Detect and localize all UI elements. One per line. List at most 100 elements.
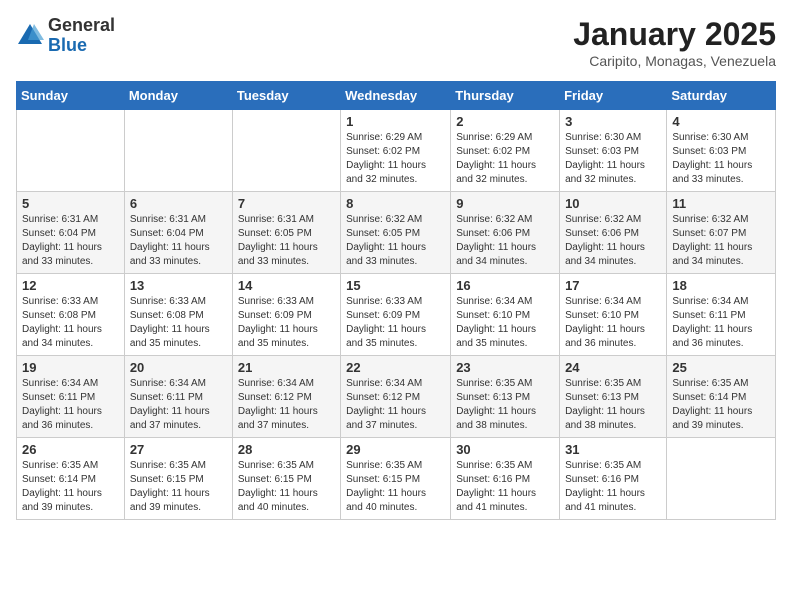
day-info: Sunrise: 6:34 AMSunset: 6:10 PMDaylight:… (565, 295, 661, 351)
location-text: Caripito, Monagas, Venezuela (573, 53, 776, 69)
calendar-table: SundayMondayTuesdayWednesdayThursdayFrid… (16, 81, 776, 520)
calendar-cell: 5 Sunrise: 6:31 AMSunset: 6:04 PMDayligh… (17, 192, 125, 274)
day-number: 23 (456, 360, 554, 375)
day-number: 21 (238, 360, 335, 375)
day-info: Sunrise: 6:35 AMSunset: 6:13 PMDaylight:… (565, 377, 661, 433)
calendar-cell: 19 Sunrise: 6:34 AMSunset: 6:11 PMDaylig… (17, 356, 125, 438)
calendar-cell: 6 Sunrise: 6:31 AMSunset: 6:04 PMDayligh… (124, 192, 232, 274)
calendar-cell: 16 Sunrise: 6:34 AMSunset: 6:10 PMDaylig… (451, 274, 560, 356)
calendar-cell: 4 Sunrise: 6:30 AMSunset: 6:03 PMDayligh… (667, 110, 776, 192)
calendar-cell: 27 Sunrise: 6:35 AMSunset: 6:15 PMDaylig… (124, 438, 232, 520)
calendar-cell (124, 110, 232, 192)
day-info: Sunrise: 6:35 AMSunset: 6:14 PMDaylight:… (22, 459, 119, 515)
day-info: Sunrise: 6:35 AMSunset: 6:16 PMDaylight:… (456, 459, 554, 515)
day-info: Sunrise: 6:32 AMSunset: 6:06 PMDaylight:… (456, 213, 554, 269)
calendar-cell: 13 Sunrise: 6:33 AMSunset: 6:08 PMDaylig… (124, 274, 232, 356)
day-number: 2 (456, 114, 554, 129)
col-header-tuesday: Tuesday (232, 82, 340, 110)
day-info: Sunrise: 6:32 AMSunset: 6:06 PMDaylight:… (565, 213, 661, 269)
logo-blue-text: Blue (48, 36, 115, 56)
day-info: Sunrise: 6:30 AMSunset: 6:03 PMDaylight:… (672, 131, 770, 187)
day-number: 14 (238, 278, 335, 293)
day-number: 29 (346, 442, 445, 457)
col-header-wednesday: Wednesday (341, 82, 451, 110)
calendar-cell: 21 Sunrise: 6:34 AMSunset: 6:12 PMDaylig… (232, 356, 340, 438)
day-info: Sunrise: 6:34 AMSunset: 6:12 PMDaylight:… (346, 377, 445, 433)
day-number: 3 (565, 114, 661, 129)
col-header-monday: Monday (124, 82, 232, 110)
calendar-cell: 31 Sunrise: 6:35 AMSunset: 6:16 PMDaylig… (560, 438, 667, 520)
calendar-cell: 14 Sunrise: 6:33 AMSunset: 6:09 PMDaylig… (232, 274, 340, 356)
calendar-cell (232, 110, 340, 192)
calendar-cell: 15 Sunrise: 6:33 AMSunset: 6:09 PMDaylig… (341, 274, 451, 356)
day-info: Sunrise: 6:32 AMSunset: 6:05 PMDaylight:… (346, 213, 445, 269)
calendar-week-row: 12 Sunrise: 6:33 AMSunset: 6:08 PMDaylig… (17, 274, 776, 356)
calendar-cell: 24 Sunrise: 6:35 AMSunset: 6:13 PMDaylig… (560, 356, 667, 438)
day-info: Sunrise: 6:33 AMSunset: 6:09 PMDaylight:… (238, 295, 335, 351)
day-info: Sunrise: 6:32 AMSunset: 6:07 PMDaylight:… (672, 213, 770, 269)
calendar-cell: 30 Sunrise: 6:35 AMSunset: 6:16 PMDaylig… (451, 438, 560, 520)
day-info: Sunrise: 6:30 AMSunset: 6:03 PMDaylight:… (565, 131, 661, 187)
calendar-week-row: 26 Sunrise: 6:35 AMSunset: 6:14 PMDaylig… (17, 438, 776, 520)
logo-icon (16, 22, 44, 50)
day-info: Sunrise: 6:34 AMSunset: 6:12 PMDaylight:… (238, 377, 335, 433)
day-number: 6 (130, 196, 227, 211)
day-number: 20 (130, 360, 227, 375)
day-info: Sunrise: 6:35 AMSunset: 6:16 PMDaylight:… (565, 459, 661, 515)
col-header-friday: Friday (560, 82, 667, 110)
day-info: Sunrise: 6:29 AMSunset: 6:02 PMDaylight:… (456, 131, 554, 187)
day-number: 18 (672, 278, 770, 293)
day-number: 7 (238, 196, 335, 211)
day-info: Sunrise: 6:31 AMSunset: 6:04 PMDaylight:… (130, 213, 227, 269)
calendar-cell: 18 Sunrise: 6:34 AMSunset: 6:11 PMDaylig… (667, 274, 776, 356)
calendar-cell: 17 Sunrise: 6:34 AMSunset: 6:10 PMDaylig… (560, 274, 667, 356)
day-number: 10 (565, 196, 661, 211)
day-number: 17 (565, 278, 661, 293)
calendar-week-row: 5 Sunrise: 6:31 AMSunset: 6:04 PMDayligh… (17, 192, 776, 274)
day-number: 1 (346, 114, 445, 129)
day-info: Sunrise: 6:35 AMSunset: 6:15 PMDaylight:… (130, 459, 227, 515)
calendar-cell: 29 Sunrise: 6:35 AMSunset: 6:15 PMDaylig… (341, 438, 451, 520)
calendar-cell: 3 Sunrise: 6:30 AMSunset: 6:03 PMDayligh… (560, 110, 667, 192)
calendar-cell: 26 Sunrise: 6:35 AMSunset: 6:14 PMDaylig… (17, 438, 125, 520)
day-number: 19 (22, 360, 119, 375)
calendar-cell: 25 Sunrise: 6:35 AMSunset: 6:14 PMDaylig… (667, 356, 776, 438)
calendar-cell: 23 Sunrise: 6:35 AMSunset: 6:13 PMDaylig… (451, 356, 560, 438)
day-number: 25 (672, 360, 770, 375)
day-info: Sunrise: 6:31 AMSunset: 6:04 PMDaylight:… (22, 213, 119, 269)
page-header: General Blue January 2025 Caripito, Mona… (16, 16, 776, 69)
calendar-cell (667, 438, 776, 520)
day-info: Sunrise: 6:31 AMSunset: 6:05 PMDaylight:… (238, 213, 335, 269)
calendar-header-row: SundayMondayTuesdayWednesdayThursdayFrid… (17, 82, 776, 110)
day-number: 9 (456, 196, 554, 211)
day-number: 15 (346, 278, 445, 293)
day-info: Sunrise: 6:34 AMSunset: 6:11 PMDaylight:… (672, 295, 770, 351)
calendar-cell: 12 Sunrise: 6:33 AMSunset: 6:08 PMDaylig… (17, 274, 125, 356)
calendar-cell: 8 Sunrise: 6:32 AMSunset: 6:05 PMDayligh… (341, 192, 451, 274)
day-number: 4 (672, 114, 770, 129)
calendar-cell: 20 Sunrise: 6:34 AMSunset: 6:11 PMDaylig… (124, 356, 232, 438)
calendar-cell: 1 Sunrise: 6:29 AMSunset: 6:02 PMDayligh… (341, 110, 451, 192)
day-number: 30 (456, 442, 554, 457)
logo: General Blue (16, 16, 115, 56)
calendar-cell: 10 Sunrise: 6:32 AMSunset: 6:06 PMDaylig… (560, 192, 667, 274)
day-info: Sunrise: 6:35 AMSunset: 6:15 PMDaylight:… (238, 459, 335, 515)
calendar-cell: 9 Sunrise: 6:32 AMSunset: 6:06 PMDayligh… (451, 192, 560, 274)
day-info: Sunrise: 6:29 AMSunset: 6:02 PMDaylight:… (346, 131, 445, 187)
calendar-cell: 7 Sunrise: 6:31 AMSunset: 6:05 PMDayligh… (232, 192, 340, 274)
day-number: 5 (22, 196, 119, 211)
col-header-thursday: Thursday (451, 82, 560, 110)
calendar-cell: 2 Sunrise: 6:29 AMSunset: 6:02 PMDayligh… (451, 110, 560, 192)
col-header-saturday: Saturday (667, 82, 776, 110)
day-number: 22 (346, 360, 445, 375)
day-info: Sunrise: 6:34 AMSunset: 6:11 PMDaylight:… (130, 377, 227, 433)
month-title: January 2025 (573, 16, 776, 53)
day-number: 13 (130, 278, 227, 293)
day-number: 31 (565, 442, 661, 457)
calendar-cell: 28 Sunrise: 6:35 AMSunset: 6:15 PMDaylig… (232, 438, 340, 520)
day-info: Sunrise: 6:34 AMSunset: 6:11 PMDaylight:… (22, 377, 119, 433)
day-info: Sunrise: 6:35 AMSunset: 6:15 PMDaylight:… (346, 459, 445, 515)
day-number: 12 (22, 278, 119, 293)
day-number: 28 (238, 442, 335, 457)
day-number: 11 (672, 196, 770, 211)
